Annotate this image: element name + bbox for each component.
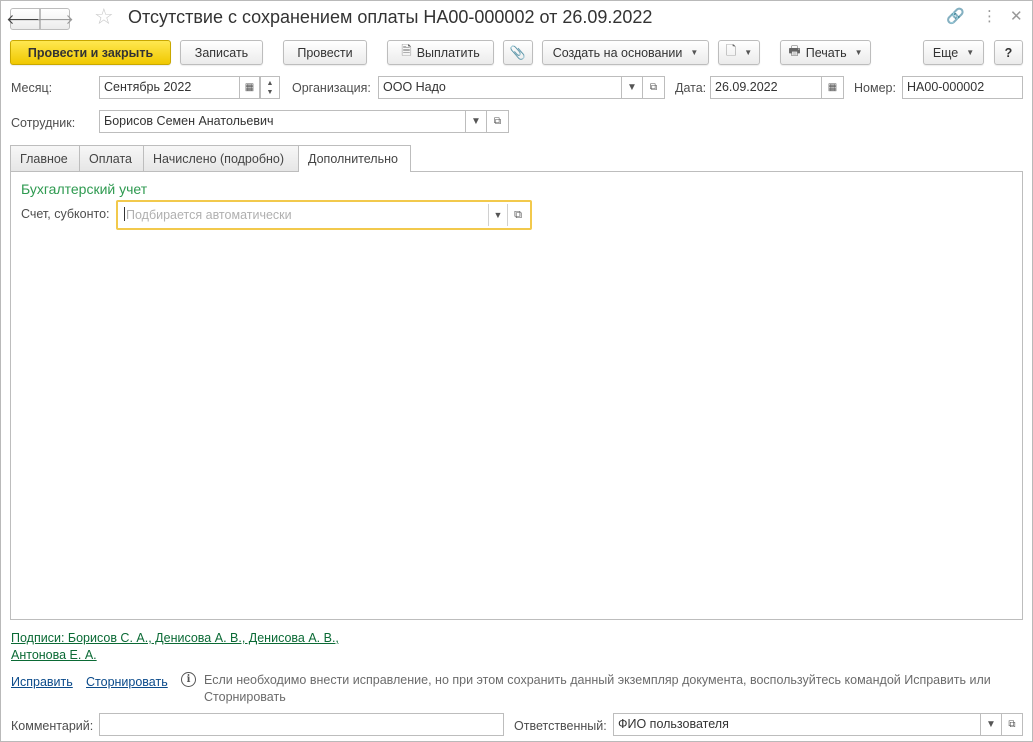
help-button[interactable]: ?: [994, 40, 1023, 65]
create-based-on-button[interactable]: Создать на основании ▼: [542, 40, 709, 65]
forward-button[interactable]: 🡒: [36, 8, 74, 30]
open-icon: ⧉: [493, 116, 502, 127]
calendar-icon: ▦: [244, 82, 255, 93]
responsible-dropdown-button[interactable]: ▼: [980, 713, 1002, 736]
window-title: Отсутствие с сохранением оплаты НА00-000…: [128, 7, 653, 27]
month-stepper[interactable]: ▲ ▼: [260, 76, 280, 99]
calendar-icon: ▦: [827, 82, 838, 93]
save-button[interactable]: Записать: [180, 40, 263, 65]
storno-link[interactable]: Сторнировать: [86, 675, 168, 689]
paperclip-icon: 📎: [509, 44, 527, 60]
print-button-label: Печать: [805, 45, 847, 60]
date-field[interactable]: 26.09.2022: [710, 76, 822, 99]
chevron-down-icon: ▼: [627, 82, 637, 93]
organization-open-button[interactable]: ⧉: [642, 76, 665, 99]
document-window: 🡐 🡒 ☆ Отсутствие с сохранением оплаты НА…: [0, 0, 1033, 742]
signatures-link[interactable]: Подписи: Борисов С. А., Денисова А. В., …: [11, 631, 339, 645]
arrow-right-icon: 🡒: [36, 10, 74, 27]
print-button[interactable]: 🖶 Печать ▼: [780, 40, 871, 65]
create-based-on-label: Создать на основании: [552, 45, 683, 60]
open-icon: ⧉: [514, 208, 522, 221]
more-button[interactable]: Еще ▼: [923, 40, 984, 65]
calendar-button[interactable]: ▦: [239, 76, 260, 99]
month-label: Месяц:: [11, 81, 53, 95]
organization-field[interactable]: ООО Надо: [378, 76, 622, 99]
account-label: Счет, субконто:: [21, 207, 110, 221]
attach-button[interactable]: 📎: [503, 40, 533, 65]
responsible-label: Ответственный:: [514, 719, 607, 733]
tab-panel-additional: [10, 171, 1023, 620]
document-icon: 🗎: [401, 42, 412, 58]
account-placeholder: Подбирается автоматически: [126, 208, 292, 222]
organization-label: Организация:: [292, 81, 371, 95]
tab-accrued-detailed[interactable]: Начислено (подробно): [143, 145, 299, 171]
more-vert-icon[interactable]: ⋮: [982, 7, 997, 27]
post-and-close-button[interactable]: Провести и закрыть: [10, 40, 171, 65]
account-subkonto-field[interactable]: Подбирается автоматически ▼ ⧉: [116, 200, 532, 230]
employee-open-button[interactable]: ⧉: [486, 110, 509, 133]
comment-label: Комментарий:: [11, 719, 94, 733]
responsible-field[interactable]: ФИО пользователя: [613, 713, 981, 736]
printer-icon: 🖶: [788, 42, 801, 58]
account-input[interactable]: Подбирается автоматически: [120, 204, 489, 226]
post-button[interactable]: Провести: [283, 40, 367, 65]
caret-up-icon: ▲: [266, 79, 274, 87]
chevron-down-icon: ▼: [690, 48, 699, 57]
text-cursor: [124, 207, 125, 221]
close-icon[interactable]: ✕: [1010, 7, 1023, 27]
tab-main[interactable]: Главное: [10, 145, 80, 171]
account-open-button[interactable]: ⧉: [507, 204, 528, 226]
chevron-down-icon: ▼: [966, 48, 975, 57]
open-icon: ⧉: [1008, 719, 1016, 730]
fix-link[interactable]: Исправить: [11, 675, 73, 689]
date-calendar-button[interactable]: ▦: [821, 76, 844, 99]
number-label: Номер:: [854, 81, 896, 95]
chevron-down-icon: ▼: [471, 116, 481, 127]
organization-dropdown-button[interactable]: ▼: [621, 76, 643, 99]
document-add-icon: 🗋: [725, 42, 737, 58]
employee-dropdown-button[interactable]: ▼: [465, 110, 487, 133]
open-icon: ⧉: [649, 82, 658, 93]
chevron-down-icon: ▼: [986, 719, 996, 730]
info-icon: i: [181, 672, 196, 687]
link-icon[interactable]: 🔗: [946, 7, 965, 27]
comment-field[interactable]: [99, 713, 504, 736]
tab-additional[interactable]: Дополнительно: [298, 145, 411, 172]
pay-button-label: Выплатить: [416, 45, 480, 60]
responsible-open-button[interactable]: ⧉: [1001, 713, 1023, 736]
chevron-down-icon: ▼: [744, 48, 753, 57]
pay-button[interactable]: 🗎 Выплатить: [387, 40, 494, 65]
tab-payment[interactable]: Оплата: [79, 145, 144, 171]
more-button-label: Еще: [932, 45, 959, 60]
info-hint-text: Если необходимо внести исправление, но п…: [204, 673, 991, 704]
employee-label: Сотрудник:: [11, 116, 76, 130]
signatures-link-continued[interactable]: Антонова Е. А.: [11, 648, 97, 662]
number-field[interactable]: НА00-000002: [902, 76, 1023, 99]
employee-field[interactable]: Борисов Семен Анатольевич: [99, 110, 466, 133]
section-title-accounting: Бухгалтерский учет: [21, 181, 148, 197]
chevron-down-icon: ▼: [854, 48, 863, 57]
month-field[interactable]: Сентябрь 2022: [99, 76, 240, 99]
date-label: Дата:: [675, 81, 707, 95]
related-documents-button[interactable]: 🗋 ▼: [718, 40, 760, 65]
chevron-down-icon: ▼: [493, 210, 503, 220]
favorite-star-icon[interactable]: ☆: [94, 6, 114, 28]
account-dropdown-button[interactable]: ▼: [489, 204, 507, 226]
caret-down-icon: ▼: [266, 88, 274, 96]
